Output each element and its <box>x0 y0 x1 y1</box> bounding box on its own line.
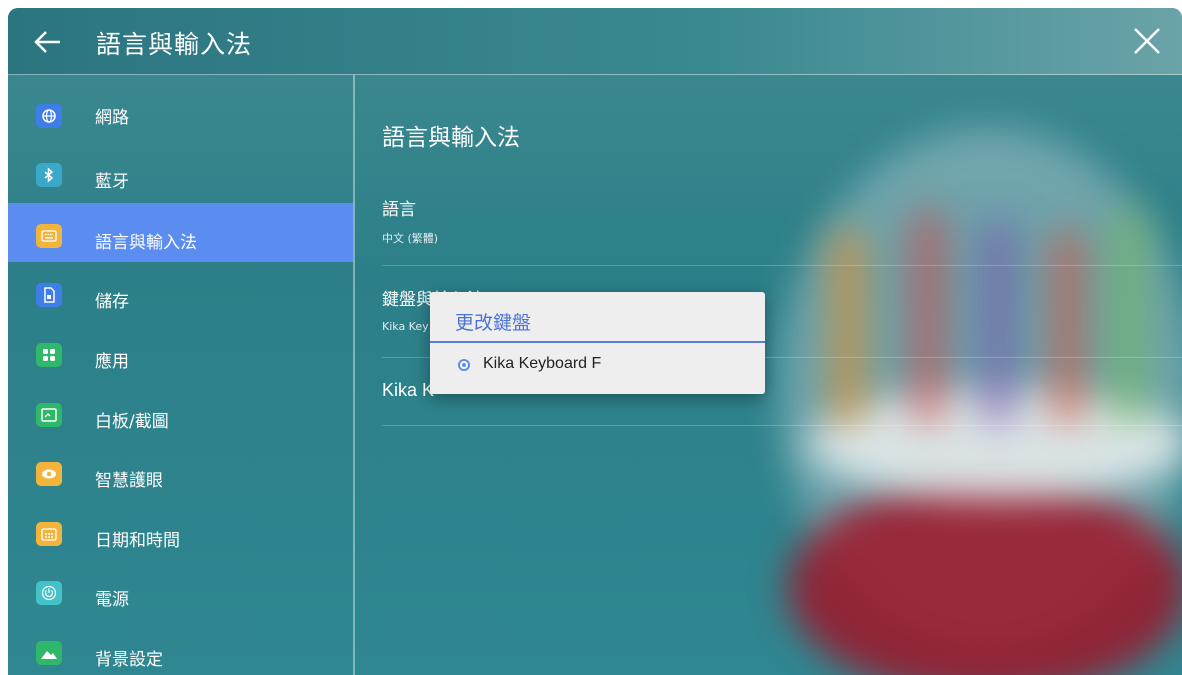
globe-icon <box>36 104 62 128</box>
sidebar-item-whiteboard[interactable]: 白板/截圖 <box>8 382 353 441</box>
setting-title: 語言 <box>382 200 416 220</box>
eye-icon <box>36 462 62 486</box>
dialog-divider <box>430 341 765 343</box>
wallpaper-icon <box>36 641 62 665</box>
setting-subtitle: 中文 (繁體) <box>382 232 439 245</box>
close-icon <box>1134 28 1160 54</box>
sidebar-item-label: 應用 <box>95 352 129 372</box>
section-title: 語言與輸入法 <box>382 125 520 151</box>
back-button[interactable] <box>30 24 66 60</box>
sidebar-item-storage[interactable]: 儲存 <box>8 262 353 321</box>
sidebar-item-wallpaper[interactable]: 背景設定 <box>8 620 353 675</box>
bluetooth-icon <box>36 163 62 187</box>
keyboard-option[interactable]: Kika Keyboard F <box>430 346 765 386</box>
sidebar-item-apps[interactable]: 應用 <box>8 322 353 381</box>
page-title: 語言與輸入法 <box>96 30 253 59</box>
sidebar-item-network[interactable]: 網路 <box>8 83 353 142</box>
radio-button-selected[interactable] <box>458 359 470 371</box>
change-keyboard-dialog: 更改鍵盤 Kika Keyboard F <box>430 292 765 394</box>
sidebar-item-language-input[interactable]: 語言與輸入法 <box>8 203 353 262</box>
power-icon <box>36 581 62 605</box>
sidebar-item-date-time[interactable]: 日期和時間 <box>8 501 353 560</box>
sidebar-item-label: 背景設定 <box>95 650 163 670</box>
sidebar-item-label: 日期和時間 <box>95 531 180 551</box>
sidebar-item-label: 白板/截圖 <box>95 412 169 432</box>
sidebar-item-power[interactable]: 電源 <box>8 560 353 619</box>
keyboard-icon <box>36 224 62 248</box>
sidebar-item-label: 藍牙 <box>95 172 129 192</box>
calendar-icon <box>36 522 62 546</box>
sidebar-item-bluetooth[interactable]: 藍牙 <box>8 142 353 201</box>
close-button[interactable] <box>1130 24 1164 58</box>
sidebar-item-label: 語言與輸入法 <box>95 233 197 253</box>
sidebar-item-eye-care[interactable]: 智慧護眼 <box>8 441 353 500</box>
storage-icon <box>36 283 62 307</box>
keyboard-option-label: Kika Keyboard F <box>483 355 602 372</box>
whiteboard-icon <box>36 403 62 427</box>
sidebar-item-label: 智慧護眼 <box>95 471 163 491</box>
sidebar-item-label: 網路 <box>95 108 129 128</box>
sidebar-item-label: 儲存 <box>95 292 129 312</box>
sidebar-item-label: 電源 <box>95 590 129 610</box>
arrow-left-icon <box>34 31 60 53</box>
apps-icon <box>36 343 62 367</box>
title-bar: 語言與輸入法 <box>8 8 1182 75</box>
setting-language[interactable]: 語言 中文 (繁體) <box>382 195 1182 266</box>
sidebar: 網路 藍牙 語言與輸入法 儲存 應用 白板/截圖 智慧護眼 日期和時間 電源 背… <box>8 75 355 675</box>
dialog-title: 更改鍵盤 <box>455 312 532 334</box>
